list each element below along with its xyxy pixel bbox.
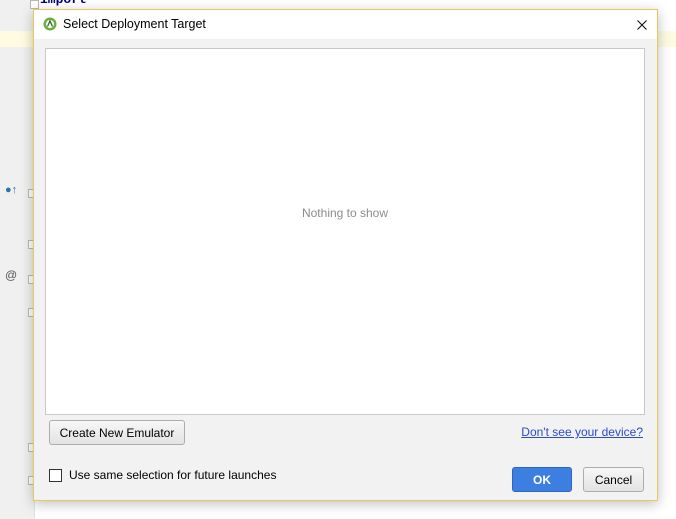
close-icon bbox=[637, 19, 647, 30]
close-button[interactable] bbox=[627, 10, 657, 39]
code-import-keyword: import bbox=[40, 0, 87, 7]
create-new-emulator-button[interactable]: Create New Emulator bbox=[49, 420, 185, 445]
future-launches-option[interactable]: Use same selection for future launches bbox=[49, 468, 276, 482]
override-marker-icon[interactable]: ●↑ bbox=[5, 184, 17, 196]
cancel-button[interactable]: Cancel bbox=[583, 467, 644, 492]
select-deployment-target-dialog: Select Deployment Target Nothing to show… bbox=[33, 9, 658, 501]
android-studio-icon bbox=[43, 17, 57, 31]
fold-icon[interactable] bbox=[30, 0, 39, 9]
annotation-marker-icon: @ bbox=[5, 268, 18, 282]
dialog-titlebar[interactable]: Select Deployment Target bbox=[34, 10, 657, 39]
future-launches-checkbox[interactable] bbox=[49, 468, 62, 482]
ok-button[interactable]: OK bbox=[512, 467, 572, 492]
editor-gutter: ●↑ @ bbox=[0, 0, 39, 519]
dialog-title: Select Deployment Target bbox=[63, 17, 206, 31]
empty-state-text: Nothing to show bbox=[301, 206, 389, 220]
device-list[interactable]: Nothing to show bbox=[45, 48, 645, 415]
future-launches-label: Use same selection for future launches bbox=[69, 468, 277, 482]
dont-see-device-link[interactable]: Don't see your device? bbox=[521, 425, 643, 439]
